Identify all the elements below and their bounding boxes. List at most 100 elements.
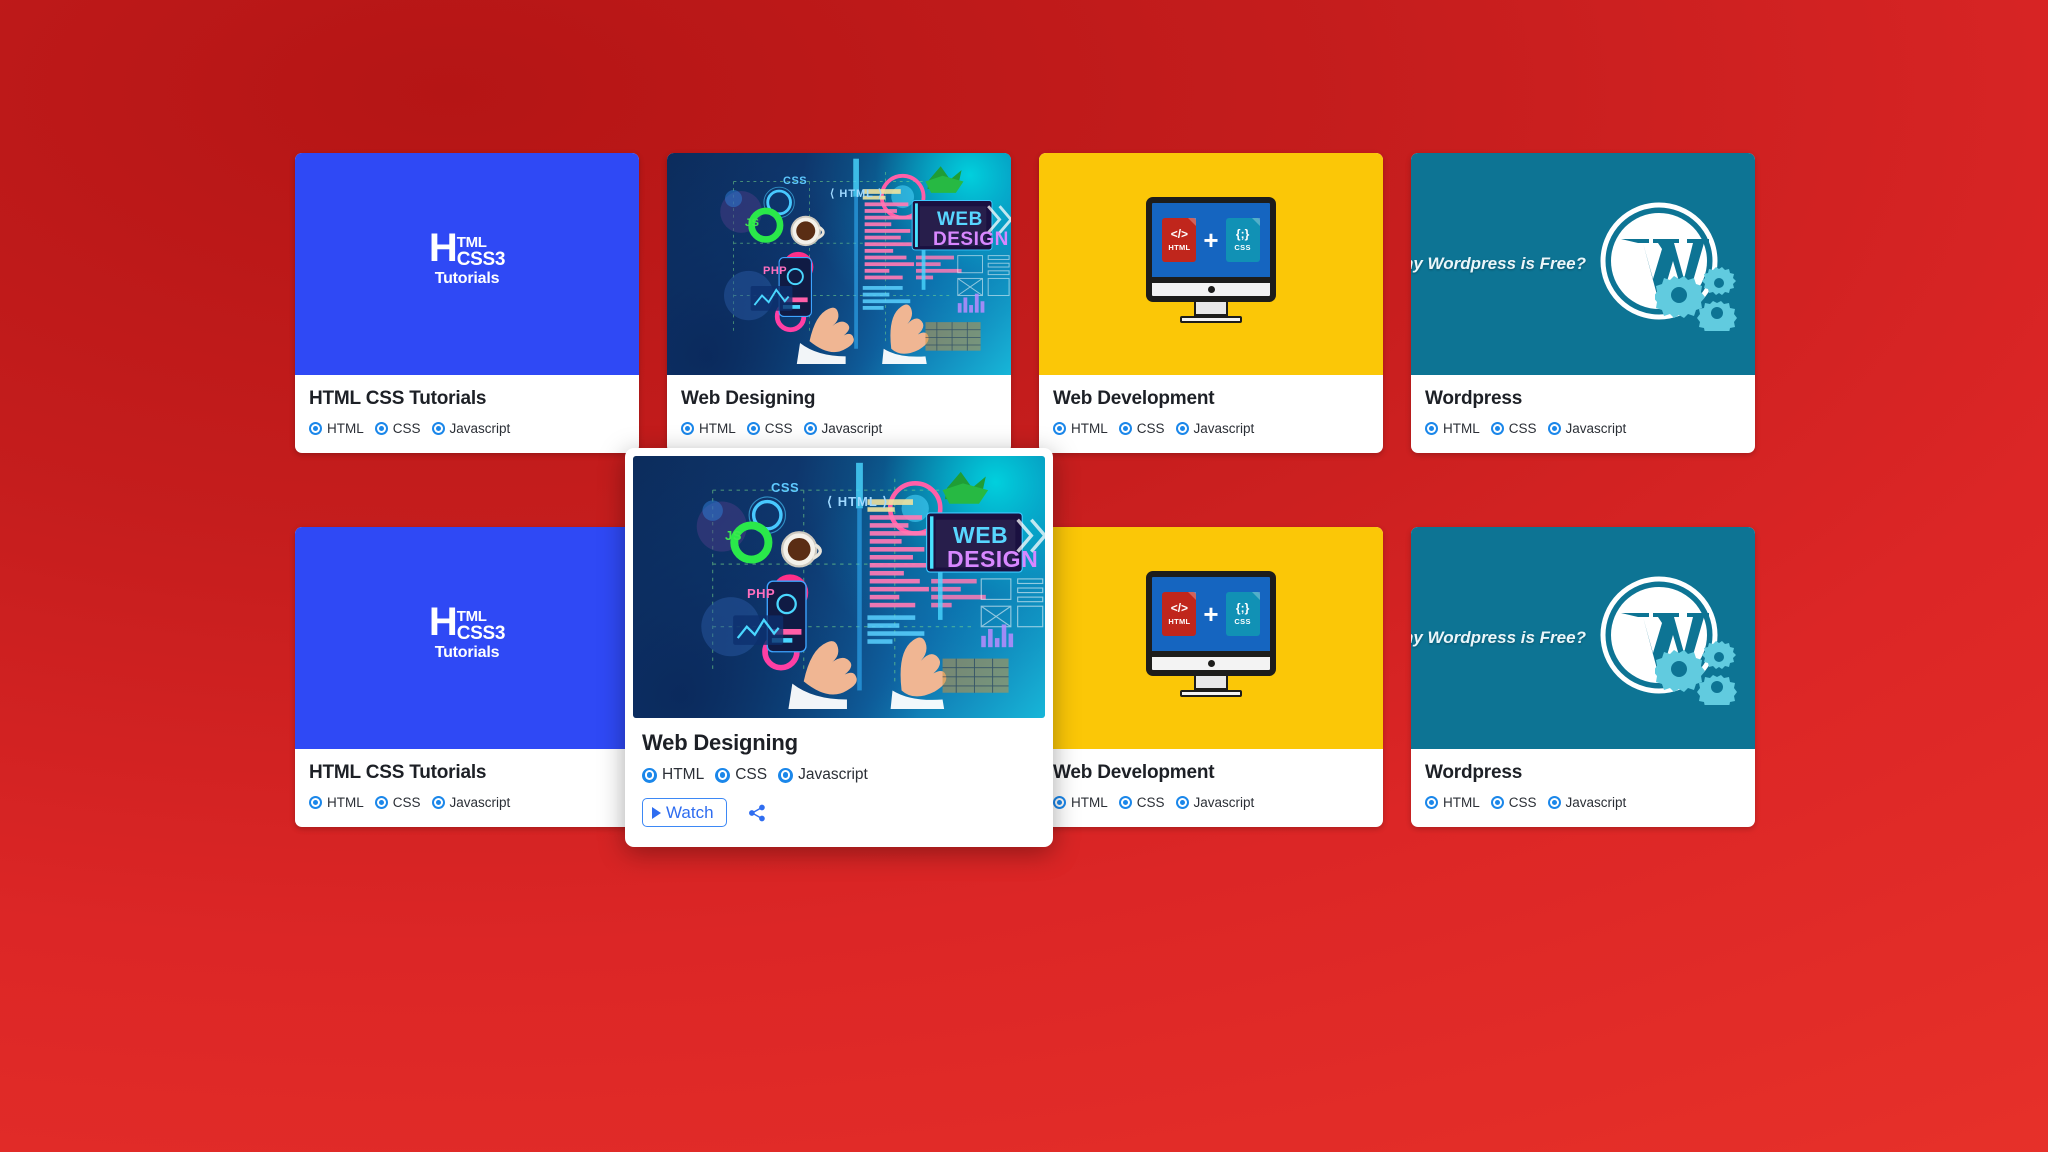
radio-icon bbox=[1425, 795, 1438, 809]
radio-icon bbox=[681, 421, 694, 435]
label-php: PHP bbox=[747, 585, 776, 601]
thumbnail-web-development: </> HTML + {;} CSS bbox=[1039, 526, 1383, 749]
tag-label: CSS bbox=[392, 794, 421, 810]
label-php: PHP bbox=[763, 265, 788, 277]
tag-javascript: Javascript bbox=[1175, 794, 1255, 810]
thumbnail-wordpress: hy Wordpress is Free? bbox=[1411, 526, 1755, 749]
tag-label: HTML bbox=[327, 420, 364, 436]
card-title: Wordpress bbox=[1425, 388, 1523, 409]
logo-letter-h: H bbox=[428, 599, 458, 644]
html-file-label: HTML bbox=[1168, 243, 1191, 252]
css-file-label: CSS bbox=[1234, 243, 1251, 252]
course-card-web-designing-hovered[interactable]: CSS JS PHP ⟨ HTML ⟩ WEB DESIGN Web Desig… bbox=[625, 447, 1053, 848]
tag-label: Javascript bbox=[1565, 420, 1627, 436]
tag-html: HTML bbox=[309, 795, 364, 810]
thumbnail-web-designing-hovered: CSS JS PHP ⟨ HTML ⟩ WEB DESIGN bbox=[633, 455, 1045, 718]
radio-icon bbox=[778, 767, 794, 783]
radio-icon bbox=[715, 767, 731, 783]
radio-icon bbox=[642, 767, 657, 783]
radio-icon bbox=[309, 421, 322, 435]
label-js: JS bbox=[725, 527, 742, 543]
tag-css: CSS bbox=[374, 794, 421, 810]
tag-label: CSS bbox=[392, 420, 421, 436]
card-body: Wordpress HTML CSS Javascript bbox=[1411, 375, 1755, 453]
gears-icon bbox=[1655, 640, 1737, 705]
card-row-1: H TML CSS3 Tutorials HTML CSS Tutorials … bbox=[295, 153, 1755, 453]
tag-label: CSS bbox=[1136, 794, 1165, 810]
card-body: Wordpress HTML CSS Javascript bbox=[1411, 749, 1755, 827]
html-css3-tutorials-logo-icon: H TML CSS3 Tutorials bbox=[428, 599, 506, 662]
css-code-glyph: {;} bbox=[1235, 227, 1250, 241]
tag-html: HTML bbox=[1425, 421, 1480, 436]
logo-text-tutorials: Tutorials bbox=[434, 270, 500, 287]
watch-button[interactable]: Watch bbox=[642, 798, 727, 828]
html-code-glyph: </> bbox=[1170, 227, 1189, 241]
html-code-glyph: </> bbox=[1170, 600, 1189, 615]
tag-label: CSS bbox=[1508, 794, 1537, 810]
tag-css: CSS bbox=[374, 420, 421, 436]
course-card-web-designing[interactable]: CSS JS PHP ⟨ HTML ⟩ WEB DESIGN Web Desig… bbox=[667, 153, 1011, 453]
tag-html: HTML bbox=[642, 766, 704, 784]
tag-label: Javascript bbox=[798, 766, 868, 784]
radio-icon bbox=[309, 795, 322, 809]
course-card-html-css-tutorials-2[interactable]: H TML CSS3 Tutorials HTML CSS Tutorials … bbox=[295, 526, 639, 827]
tag-label: CSS bbox=[764, 420, 793, 436]
radio-icon bbox=[1490, 421, 1504, 435]
radio-icon bbox=[1547, 421, 1561, 435]
card-tag-list: HTML CSS Javascript bbox=[642, 766, 1036, 784]
tag-css: CSS bbox=[1118, 794, 1165, 810]
tag-label: CSS bbox=[1508, 420, 1537, 436]
logo-text-tutorials: Tutorials bbox=[434, 643, 500, 661]
card-row-2: H TML CSS3 Tutorials HTML CSS Tutorials … bbox=[295, 447, 1755, 848]
logo-letter-h: H bbox=[428, 226, 458, 270]
plus-icon: + bbox=[1203, 225, 1219, 255]
radio-icon bbox=[1053, 795, 1066, 809]
tag-label: Javascript bbox=[1565, 794, 1627, 810]
tag-label: HTML bbox=[1443, 794, 1480, 810]
card-tag-list: HTML CSS Javascript bbox=[309, 795, 625, 810]
tag-label: HTML bbox=[699, 420, 736, 436]
card-title: Web Development bbox=[1053, 761, 1215, 783]
css-code-glyph: {;} bbox=[1235, 600, 1250, 615]
tag-label: HTML bbox=[327, 794, 364, 810]
css-file-label: CSS bbox=[1234, 616, 1251, 626]
logo-text-css3: CSS3 bbox=[456, 622, 506, 644]
monitor-power-dot-icon bbox=[1207, 286, 1215, 293]
tag-label: Javascript bbox=[449, 794, 511, 810]
thumbnail-html-css-tutorials: H TML CSS3 Tutorials bbox=[295, 153, 639, 375]
tag-label: Javascript bbox=[1193, 794, 1255, 810]
radio-icon bbox=[1118, 795, 1132, 809]
label-css: CSS bbox=[771, 479, 800, 495]
share-icon[interactable] bbox=[746, 802, 768, 824]
course-card-wordpress-2[interactable]: hy Wordpress is Free? Wordpress HTML CSS… bbox=[1411, 526, 1755, 827]
tag-label: Javascript bbox=[1193, 420, 1255, 436]
card-tag-list: HTML CSS Javascript bbox=[1425, 795, 1741, 810]
tag-css: CSS bbox=[1490, 420, 1537, 436]
card-body: HTML CSS Tutorials HTML CSS Javascript bbox=[295, 749, 639, 827]
radio-icon bbox=[431, 795, 445, 809]
tag-css: CSS bbox=[1490, 794, 1537, 810]
watch-button-label: Watch bbox=[666, 803, 714, 823]
course-card-web-development[interactable]: </> HTML + {;} CSS Web Development HTML … bbox=[1039, 153, 1383, 453]
tag-label: HTML bbox=[1443, 420, 1480, 436]
label-js: JS bbox=[745, 217, 760, 229]
tag-html: HTML bbox=[1425, 795, 1480, 810]
course-card-html-css-tutorials[interactable]: H TML CSS3 Tutorials HTML CSS Tutorials … bbox=[295, 153, 639, 453]
logo-text-tml: TML bbox=[456, 234, 487, 251]
card-tag-list: HTML CSS Javascript bbox=[309, 421, 625, 436]
thumbnail-html-css-tutorials: H TML CSS3 Tutorials bbox=[295, 526, 639, 749]
thumbnail-web-designing: CSS JS PHP ⟨ HTML ⟩ WEB DESIGN bbox=[667, 153, 1011, 375]
course-card-wordpress[interactable]: hy Wordpress is Free? Wordpress HTML CSS… bbox=[1411, 153, 1755, 453]
radio-icon bbox=[1053, 421, 1066, 435]
label-html: ⟨ HTML ⟩ bbox=[830, 188, 884, 200]
radio-icon bbox=[1425, 421, 1438, 435]
course-card-web-development-2[interactable]: </> HTML + {;} CSS Web Development HTML … bbox=[1039, 526, 1383, 827]
label-web: WEB bbox=[953, 521, 1009, 548]
card-tag-list: HTML CSS Javascript bbox=[1053, 795, 1369, 810]
card-grid: H TML CSS3 Tutorials HTML CSS Tutorials … bbox=[295, 153, 1755, 848]
wordpress-caption: hy Wordpress is Free? bbox=[1411, 254, 1586, 273]
card-title: Web Designing bbox=[681, 388, 816, 409]
card-body: Web Development HTML CSS Javascript bbox=[1039, 375, 1383, 453]
tag-html: HTML bbox=[681, 421, 736, 436]
card-body: Web Designing HTML CSS Javascript bbox=[667, 375, 1011, 453]
